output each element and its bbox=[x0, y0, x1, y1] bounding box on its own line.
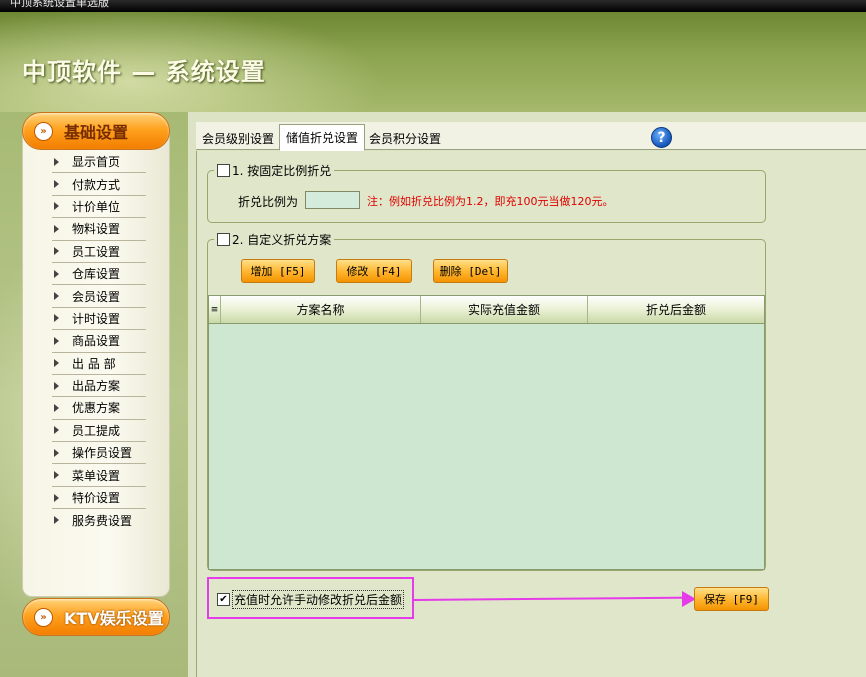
sidebar-item-label: 付款方式 bbox=[72, 177, 121, 192]
plan-table[interactable]: ≡ 方案名称 实际充值金额 折兑后金额 bbox=[208, 295, 765, 570]
sidebar-menu: 显示首页付款方式计价单位物料设置员工设置仓库设置会员设置计时设置商品设置出 品 … bbox=[52, 151, 146, 532]
highlight-box bbox=[207, 577, 414, 619]
sidebar-item[interactable]: 服务费设置 bbox=[52, 509, 146, 531]
sidebar-item-label: 操作员设置 bbox=[72, 446, 133, 461]
fixed-ratio-legend[interactable]: 1. 按固定比例折兑 bbox=[214, 162, 335, 179]
triangle-right-icon bbox=[54, 157, 59, 166]
tab-label: 会员级别设置 bbox=[202, 131, 275, 146]
fixed-ratio-checkbox[interactable] bbox=[217, 164, 230, 177]
column-header-plan-name[interactable]: 方案名称 bbox=[221, 296, 421, 323]
sidebar-item[interactable]: 员工提成 bbox=[52, 420, 146, 443]
ratio-label: 折兑比例为 bbox=[238, 195, 299, 209]
sidebar-item-label: 会员设置 bbox=[72, 289, 121, 304]
triangle-right-icon bbox=[54, 247, 59, 256]
sidebar-item[interactable]: 菜单设置 bbox=[52, 464, 146, 487]
double-chevron-icon: » bbox=[34, 607, 53, 627]
window-titlebar: 中顶系统设置单选版 bbox=[0, 0, 866, 12]
delete-button[interactable]: 删除 [Del] bbox=[433, 259, 508, 283]
nav-basic-settings-label: 基础设置 bbox=[64, 123, 129, 142]
sidebar-item-label: 仓库设置 bbox=[72, 267, 121, 282]
sidebar-item[interactable]: 计时设置 bbox=[52, 308, 146, 331]
nav-basic-settings-button[interactable]: » 基础设置 bbox=[22, 112, 170, 150]
custom-plan-legend[interactable]: 2. 自定义折兑方案 bbox=[214, 231, 335, 248]
tab-member-points[interactable]: 会员积分设置 bbox=[363, 126, 447, 150]
edit-button[interactable]: 修改 [F4] bbox=[336, 259, 412, 283]
nav-ktv-settings-label: KTV娱乐设置 bbox=[64, 609, 164, 628]
custom-plan-checkbox[interactable] bbox=[217, 233, 230, 246]
double-chevron-icon: » bbox=[34, 121, 53, 141]
sidebar-item-label: 优惠方案 bbox=[72, 401, 121, 416]
triangle-right-icon bbox=[54, 426, 59, 435]
sidebar-item-label: 显示首页 bbox=[72, 155, 121, 170]
add-button[interactable]: 增加 [F5] bbox=[241, 259, 315, 283]
nav-ktv-settings-button[interactable]: » KTV娱乐设置 bbox=[22, 598, 170, 636]
sidebar-item-label: 计时设置 bbox=[72, 311, 121, 326]
sidebar-item[interactable]: 特价设置 bbox=[52, 487, 146, 510]
sidebar-item[interactable]: 优惠方案 bbox=[52, 397, 146, 420]
sidebar-item-label: 员工设置 bbox=[72, 244, 121, 259]
triangle-right-icon bbox=[54, 269, 59, 278]
sidebar-item-label: 出 品 部 bbox=[72, 356, 116, 371]
app-brand-title: 中顶软件 — 系统设置 bbox=[22, 58, 266, 86]
triangle-right-icon bbox=[54, 202, 59, 211]
window-title: 中顶系统设置单选版 bbox=[10, 0, 109, 9]
tab-label: 储值折兑设置 bbox=[286, 131, 359, 145]
sidebar-item[interactable]: 操作员设置 bbox=[52, 442, 146, 465]
triangle-right-icon bbox=[54, 403, 59, 412]
plan-table-header: ≡ 方案名称 实际充值金额 折兑后金额 bbox=[209, 296, 764, 324]
triangle-right-icon bbox=[54, 336, 59, 345]
ratio-input[interactable] bbox=[305, 191, 360, 209]
triangle-right-icon bbox=[54, 381, 59, 390]
triangle-right-icon bbox=[54, 516, 59, 525]
tab-label: 会员积分设置 bbox=[369, 131, 442, 146]
sidebar-item-label: 菜单设置 bbox=[72, 468, 121, 483]
triangle-right-icon bbox=[54, 292, 59, 301]
sidebar-item-label: 计价单位 bbox=[72, 199, 121, 214]
sidebar-item[interactable]: 出 品 部 bbox=[52, 353, 146, 375]
sidebar-item[interactable]: 出品方案 bbox=[52, 375, 146, 398]
sidebar-item[interactable]: 员工设置 bbox=[52, 241, 146, 263]
sidebar-item[interactable]: 付款方式 bbox=[52, 173, 146, 196]
sidebar-item-label: 服务费设置 bbox=[72, 513, 133, 528]
triangle-right-icon bbox=[54, 471, 59, 480]
sidebar-item[interactable]: 物料设置 bbox=[52, 218, 146, 241]
row-indicator-icon[interactable]: ≡ bbox=[209, 296, 221, 323]
ratio-note: 注：例如折兑比例为1.2，即充100元当做120元。 bbox=[367, 195, 614, 208]
sidebar-item-label: 商品设置 bbox=[72, 334, 121, 349]
sidebar-item-label: 特价设置 bbox=[72, 491, 121, 506]
sidebar-item[interactable]: 显示首页 bbox=[52, 151, 146, 174]
sidebar-item[interactable]: 会员设置 bbox=[52, 285, 146, 308]
column-header-actual-amount[interactable]: 实际充值金额 bbox=[421, 296, 588, 323]
help-icon[interactable]: ? bbox=[651, 127, 672, 148]
sidebar-item-label: 员工提成 bbox=[72, 423, 121, 438]
triangle-right-icon bbox=[54, 359, 59, 368]
sidebar-item-label: 出品方案 bbox=[72, 379, 121, 394]
sidebar-item[interactable]: 计价单位 bbox=[52, 196, 146, 219]
triangle-right-icon bbox=[54, 493, 59, 502]
sidebar-item[interactable]: 商品设置 bbox=[52, 330, 146, 353]
triangle-right-icon bbox=[54, 224, 59, 233]
sidebar-item-label: 物料设置 bbox=[72, 222, 121, 237]
tab-member-level[interactable]: 会员级别设置 bbox=[196, 126, 280, 150]
sidebar-item[interactable]: 仓库设置 bbox=[52, 263, 146, 286]
triangle-right-icon bbox=[54, 314, 59, 323]
column-header-exchanged-amount[interactable]: 折兑后金额 bbox=[588, 296, 764, 323]
custom-plan-checkbox-label: 2. 自定义折兑方案 bbox=[232, 233, 332, 247]
tab-strip: 会员级别设置 储值折兑设置 会员积分设置 bbox=[196, 122, 866, 151]
save-button[interactable]: 保存 [F9] bbox=[694, 587, 769, 611]
fixed-ratio-checkbox-label: 1. 按固定比例折兑 bbox=[232, 164, 332, 178]
triangle-right-icon bbox=[54, 448, 59, 457]
triangle-right-icon bbox=[54, 180, 59, 189]
tab-stored-value-exchange[interactable]: 储值折兑设置 bbox=[279, 124, 366, 151]
